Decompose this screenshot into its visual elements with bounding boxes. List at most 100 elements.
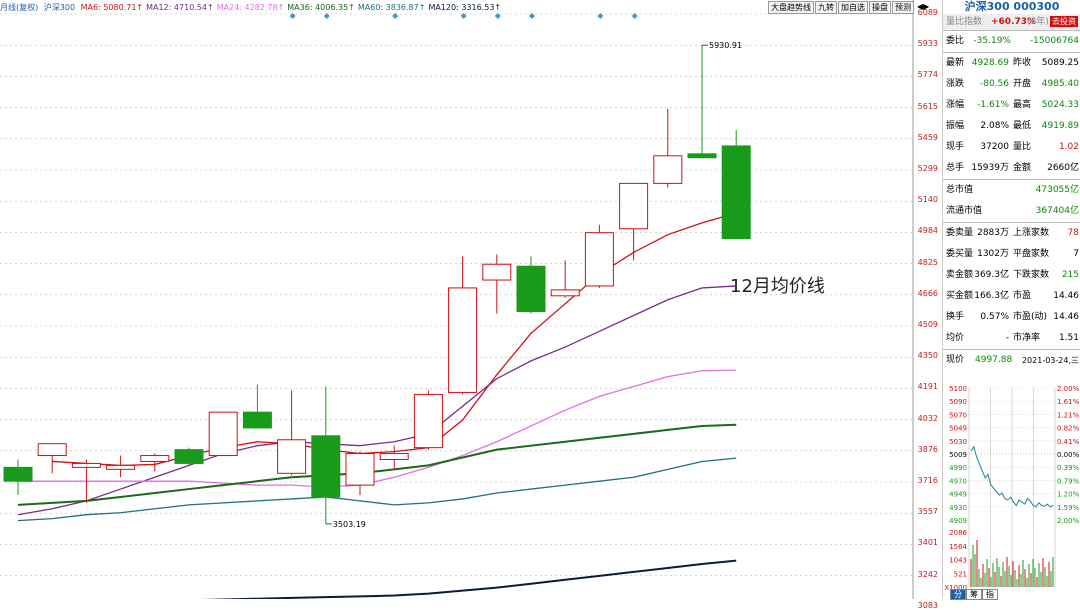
tab-chips[interactable]: 筹 (966, 589, 982, 600)
price-tick: 4825 (917, 257, 938, 267)
quote-row-value: 1.02 (1058, 142, 1079, 152)
flow-row: 均价 - 市净率 1.51 (943, 328, 1080, 349)
ma-line-ma120 (201, 559, 737, 599)
candle-body (345, 453, 375, 486)
price-tick: 3557 (917, 507, 938, 517)
volume-tick: 521 (954, 570, 967, 578)
low-label: 3503.19 (333, 520, 366, 529)
quote-row: 最新 4928.69 昨收 5089.25 (943, 53, 1080, 74)
ratio-row: 量比指数 +60.73% (3年) 去投资 (943, 14, 1080, 30)
flow-row-value: 2883万 (977, 228, 1009, 238)
price-tick: 5299 (917, 164, 938, 173)
quote-row-label: 振幅 (946, 121, 965, 131)
intraday-chart[interactable]: 5100 2.00% 5090 1.61% 5070 1.21% 5049 0.82% 5030… (943, 382, 1080, 592)
quote-row-value: -80.56 (979, 79, 1009, 89)
add-watchlist-button[interactable]: 加自选 (838, 1, 868, 14)
candle-body (516, 265, 546, 313)
volume-tick: 1043 (949, 557, 967, 565)
committee-ratio: -35.19% (973, 36, 1011, 46)
candle-body (619, 182, 649, 230)
mini-price-tick: 5090 (949, 398, 967, 406)
price-tick: 4509 (917, 320, 938, 329)
trend-line-button[interactable]: 大盘趋势线 (768, 1, 814, 14)
toolbar: 大盘趋势线 九转 加自选 操盘 预测 ◀▶ (768, 1, 932, 14)
ma-legend-item: MA60: 3836.87↑ (357, 3, 426, 12)
flow-row-value: 14.46 (1053, 291, 1079, 301)
price-tick: 6089 (917, 8, 938, 17)
quote-panel: 沪深300 000300 量比指数 +60.73% (3年) 去投资 委比 -3… (942, 0, 1080, 599)
marker-diamond-icon (529, 13, 535, 19)
price-tick: 4032 (917, 413, 938, 423)
mini-pct-tick: 0.39% (1057, 464, 1080, 472)
quote-row-value: 2.08% (980, 121, 1009, 131)
flow-row-value: 7 (1073, 249, 1079, 259)
ma-legend-item: MA24: 4282.78↑ (216, 3, 285, 12)
flow-row-label: 下跌家数 (1013, 270, 1050, 280)
flow-row-value: 166.3亿 (974, 291, 1009, 301)
ma-legend: 月线(复权) 沪深300 MA6: 5080.71↑ MA12: 4710.54↑… (0, 2, 507, 13)
flow-row-value: 1.51 (1058, 333, 1079, 343)
price-tick: 5615 (917, 101, 938, 111)
candle-body (242, 411, 272, 429)
quote-row-value: 4928.69 (971, 58, 1009, 68)
mini-price-tick: 5070 (949, 411, 967, 419)
committee-row: 委比 -35.19% -15006764 (943, 30, 1080, 52)
quote-row-value: 4985.40 (1041, 79, 1079, 89)
nine-turn-button[interactable]: 九转 (815, 1, 837, 14)
quote-row: 总手 15939万 金额 2660亿 (943, 158, 1080, 179)
flow-row-label: 均价 (946, 333, 965, 343)
committee-label: 委比 (946, 36, 965, 46)
flow-row: 委买量 1302万 平盘家数 7 (943, 244, 1080, 265)
quote-row-label: 总手 (946, 163, 965, 173)
cap-row: 流通市值 367404亿 (943, 201, 1080, 222)
mini-price-tick: 4970 (949, 477, 967, 485)
mini-pct-tick: 0.82% (1057, 425, 1080, 433)
invest-button[interactable]: 去投资 (1050, 16, 1078, 27)
flow-row-value: 78 (1067, 228, 1079, 238)
cap-value: 367404亿 (1035, 206, 1079, 216)
quote-row-label: 涨跌 (946, 79, 965, 89)
flow-row-value: 0.57% (980, 312, 1009, 322)
price-tick: 4350 (917, 351, 938, 361)
quote-row-label: 最新 (946, 58, 965, 68)
tab-minute[interactable]: 分 (950, 589, 966, 600)
forecast-button[interactable]: 预测 (892, 1, 914, 14)
flow-row: 委卖量 2883万 上涨家数 78 (943, 223, 1080, 244)
mini-pct-tick: 0.41% (1057, 438, 1080, 446)
marker-diamond-icon (323, 13, 330, 19)
trade-button[interactable]: 操盘 (869, 1, 891, 14)
candle-body (448, 287, 478, 393)
volume-tick: 2086 (949, 529, 967, 537)
quote-row-value: 5024.33 (1041, 100, 1079, 110)
flow-row-value: - (1005, 333, 1009, 343)
quote-row-value: 15939万 (971, 163, 1009, 173)
price-tick: 4666 (917, 288, 938, 298)
quote-row: 涨跌 -80.56 开盘 4985.40 (943, 74, 1080, 95)
quote-row-value: -1.61% (977, 100, 1009, 110)
ma-legend-item: MA36: 4006.35↑ (287, 3, 355, 12)
index-name: 沪深300 (43, 3, 76, 12)
quote-row-value: 4919.89 (1041, 121, 1079, 131)
price-tick: 3242 (917, 569, 938, 579)
price-tick: 5459 (917, 132, 938, 142)
candle-body (140, 455, 170, 462)
mini-pct-tick: 1.61% (1057, 398, 1080, 406)
flow-row: 卖金额 369.3亿 下跌家数 215 (943, 265, 1080, 286)
quote-row-value: 5089.25 (1041, 58, 1079, 68)
candle-body (3, 466, 33, 482)
quote-row-label: 最低 (1013, 121, 1032, 131)
flow-row-label: 委卖量 (946, 228, 974, 238)
kline-chart[interactable]: 5930.91 3503.19 (0, 0, 940, 599)
mini-pct-tick: 2.00% (1057, 385, 1080, 393)
tab-index[interactable]: 指 (982, 589, 998, 600)
price-tick: 3876 (917, 444, 938, 454)
kline-svg[interactable]: 5930.91 3503.19 (0, 0, 914, 599)
mini-price-tick: 4930 (949, 504, 967, 512)
cap-value: 473055亿 (1035, 185, 1079, 195)
quote-rows: 最新 4928.69 昨收 5089.25 涨跌 -80.56 开盘 4985.40 涨幅 -1.… (943, 52, 1080, 179)
candle-body (550, 289, 580, 297)
flow-row-label: 市盈(动) (1013, 312, 1048, 322)
candle-body (277, 439, 307, 474)
quote-row-value: 37200 (980, 142, 1009, 152)
candle-body (687, 153, 717, 159)
